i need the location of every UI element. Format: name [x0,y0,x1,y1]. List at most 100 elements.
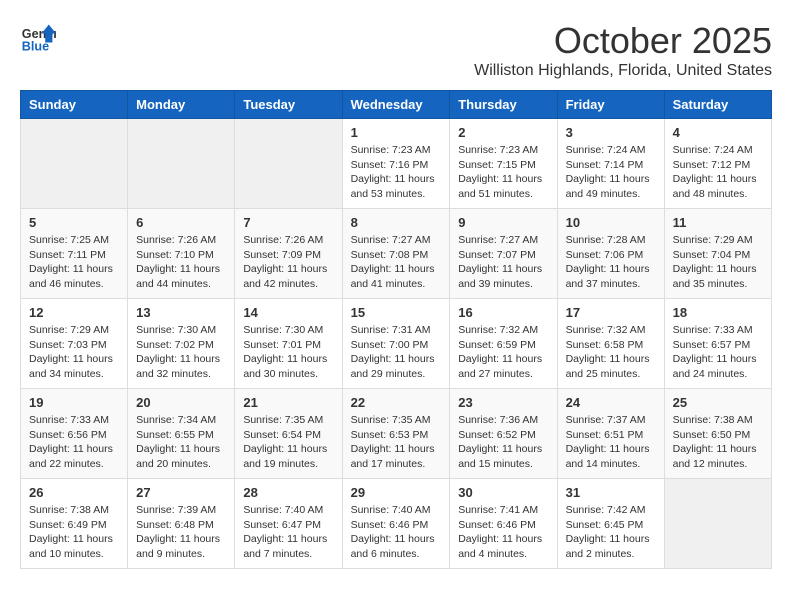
day-info: Sunrise: 7:30 AMSunset: 7:02 PMDaylight:… [136,323,226,382]
calendar-cell: 21 Sunrise: 7:35 AMSunset: 6:54 PMDayligh… [235,389,342,479]
day-number: 4 [673,125,763,140]
day-info: Sunrise: 7:29 AMSunset: 7:03 PMDaylight:… [29,323,119,382]
day-number: 19 [29,395,119,410]
day-info: Sunrise: 7:41 AMSunset: 6:46 PMDaylight:… [458,503,548,562]
day-number: 10 [566,215,656,230]
day-number: 8 [351,215,442,230]
day-info: Sunrise: 7:28 AMSunset: 7:06 PMDaylight:… [566,233,656,292]
calendar-week-row: 19 Sunrise: 7:33 AMSunset: 6:56 PMDayligh… [21,389,772,479]
day-info: Sunrise: 7:40 AMSunset: 6:46 PMDaylight:… [351,503,442,562]
day-info: Sunrise: 7:34 AMSunset: 6:55 PMDaylight:… [136,413,226,472]
day-info: Sunrise: 7:30 AMSunset: 7:01 PMDaylight:… [243,323,333,382]
day-number: 7 [243,215,333,230]
day-number: 30 [458,485,548,500]
day-number: 20 [136,395,226,410]
day-number: 17 [566,305,656,320]
day-info: Sunrise: 7:35 AMSunset: 6:54 PMDaylight:… [243,413,333,472]
calendar-cell: 6 Sunrise: 7:26 AMSunset: 7:10 PMDaylight… [128,209,235,299]
title-block: October 2025 Williston Highlands, Florid… [474,20,772,80]
calendar-cell: 5 Sunrise: 7:25 AMSunset: 7:11 PMDaylight… [21,209,128,299]
day-info: Sunrise: 7:23 AMSunset: 7:16 PMDaylight:… [351,143,442,202]
location-subtitle: Williston Highlands, Florida, United Sta… [474,62,772,80]
day-number: 5 [29,215,119,230]
calendar-cell [664,479,771,569]
calendar-cell: 7 Sunrise: 7:26 AMSunset: 7:09 PMDaylight… [235,209,342,299]
page-header: General Blue October 2025 Williston High… [20,20,772,80]
calendar-cell: 15 Sunrise: 7:31 AMSunset: 7:00 PMDayligh… [342,299,450,389]
calendar-cell: 25 Sunrise: 7:38 AMSunset: 6:50 PMDayligh… [664,389,771,479]
calendar-week-row: 5 Sunrise: 7:25 AMSunset: 7:11 PMDaylight… [21,209,772,299]
day-number: 16 [458,305,548,320]
day-number: 2 [458,125,548,140]
day-info: Sunrise: 7:32 AMSunset: 6:59 PMDaylight:… [458,323,548,382]
day-info: Sunrise: 7:24 AMSunset: 7:14 PMDaylight:… [566,143,656,202]
day-number: 28 [243,485,333,500]
day-number: 1 [351,125,442,140]
day-info: Sunrise: 7:42 AMSunset: 6:45 PMDaylight:… [566,503,656,562]
calendar-cell: 11 Sunrise: 7:29 AMSunset: 7:04 PMDayligh… [664,209,771,299]
calendar-cell: 24 Sunrise: 7:37 AMSunset: 6:51 PMDayligh… [557,389,664,479]
day-info: Sunrise: 7:32 AMSunset: 6:58 PMDaylight:… [566,323,656,382]
logo: General Blue [20,20,56,56]
calendar-cell: 31Sunrise: 7:42 AMSunset: 6:45 PMDayligh… [557,479,664,569]
day-info: Sunrise: 7:25 AMSunset: 7:11 PMDaylight:… [29,233,119,292]
calendar-cell: 30 Sunrise: 7:41 AMSunset: 6:46 PMDayligh… [450,479,557,569]
day-info: Sunrise: 7:35 AMSunset: 6:53 PMDaylight:… [351,413,442,472]
day-number: 11 [673,215,763,230]
month-title: October 2025 [474,20,772,62]
calendar-cell: 18Sunrise: 7:33 AMSunset: 6:57 PMDayligh… [664,299,771,389]
calendar-cell: 9 Sunrise: 7:27 AMSunset: 7:07 PMDaylight… [450,209,557,299]
calendar-week-row: 12 Sunrise: 7:29 AMSunset: 7:03 PMDayligh… [21,299,772,389]
weekday-header-row: SundayMondayTuesdayWednesdayThursdayFrid… [21,91,772,119]
calendar-week-row: 1 Sunrise: 7:23 AMSunset: 7:16 PMDaylight… [21,119,772,209]
weekday-header-sunday: Sunday [21,91,128,119]
calendar-cell [128,119,235,209]
calendar-cell: 14Sunrise: 7:30 AMSunset: 7:01 PMDayligh… [235,299,342,389]
day-info: Sunrise: 7:31 AMSunset: 7:00 PMDaylight:… [351,323,442,382]
day-info: Sunrise: 7:39 AMSunset: 6:48 PMDaylight:… [136,503,226,562]
day-number: 18 [673,305,763,320]
day-number: 13 [136,305,226,320]
weekday-header-wednesday: Wednesday [342,91,450,119]
day-info: Sunrise: 7:27 AMSunset: 7:08 PMDaylight:… [351,233,442,292]
day-number: 27 [136,485,226,500]
calendar-cell: 8 Sunrise: 7:27 AMSunset: 7:08 PMDaylight… [342,209,450,299]
day-number: 21 [243,395,333,410]
calendar-cell: 1 Sunrise: 7:23 AMSunset: 7:16 PMDaylight… [342,119,450,209]
calendar-cell: 27 Sunrise: 7:39 AMSunset: 6:48 PMDayligh… [128,479,235,569]
day-number: 12 [29,305,119,320]
calendar-cell [235,119,342,209]
day-number: 15 [351,305,442,320]
day-number: 29 [351,485,442,500]
calendar-cell: 20 Sunrise: 7:34 AMSunset: 6:55 PMDayligh… [128,389,235,479]
day-number: 25 [673,395,763,410]
calendar-cell: 3 Sunrise: 7:24 AMSunset: 7:14 PMDaylight… [557,119,664,209]
day-number: 9 [458,215,548,230]
weekday-header-saturday: Saturday [664,91,771,119]
weekday-header-monday: Monday [128,91,235,119]
day-info: Sunrise: 7:33 AMSunset: 6:56 PMDaylight:… [29,413,119,472]
day-info: Sunrise: 7:27 AMSunset: 7:07 PMDaylight:… [458,233,548,292]
day-info: Sunrise: 7:23 AMSunset: 7:15 PMDaylight:… [458,143,548,202]
calendar-cell [21,119,128,209]
day-info: Sunrise: 7:37 AMSunset: 6:51 PMDaylight:… [566,413,656,472]
calendar-cell: 29 Sunrise: 7:40 AMSunset: 6:46 PMDayligh… [342,479,450,569]
calendar-cell: 28Sunrise: 7:40 AMSunset: 6:47 PMDayligh… [235,479,342,569]
calendar-week-row: 26Sunrise: 7:38 AMSunset: 6:49 PMDayligh… [21,479,772,569]
day-info: Sunrise: 7:38 AMSunset: 6:49 PMDaylight:… [29,503,119,562]
day-number: 24 [566,395,656,410]
weekday-header-thursday: Thursday [450,91,557,119]
day-info: Sunrise: 7:29 AMSunset: 7:04 PMDaylight:… [673,233,763,292]
day-info: Sunrise: 7:26 AMSunset: 7:10 PMDaylight:… [136,233,226,292]
logo-icon: General Blue [20,20,56,56]
calendar-cell: 10 Sunrise: 7:28 AMSunset: 7:06 PMDayligh… [557,209,664,299]
day-number: 3 [566,125,656,140]
day-number: 6 [136,215,226,230]
calendar-cell: 12 Sunrise: 7:29 AMSunset: 7:03 PMDayligh… [21,299,128,389]
day-info: Sunrise: 7:26 AMSunset: 7:09 PMDaylight:… [243,233,333,292]
day-info: Sunrise: 7:38 AMSunset: 6:50 PMDaylight:… [673,413,763,472]
weekday-header-friday: Friday [557,91,664,119]
calendar-cell: 2 Sunrise: 7:23 AMSunset: 7:15 PMDaylight… [450,119,557,209]
calendar-cell: 17 Sunrise: 7:32 AMSunset: 6:58 PMDayligh… [557,299,664,389]
day-info: Sunrise: 7:36 AMSunset: 6:52 PMDaylight:… [458,413,548,472]
